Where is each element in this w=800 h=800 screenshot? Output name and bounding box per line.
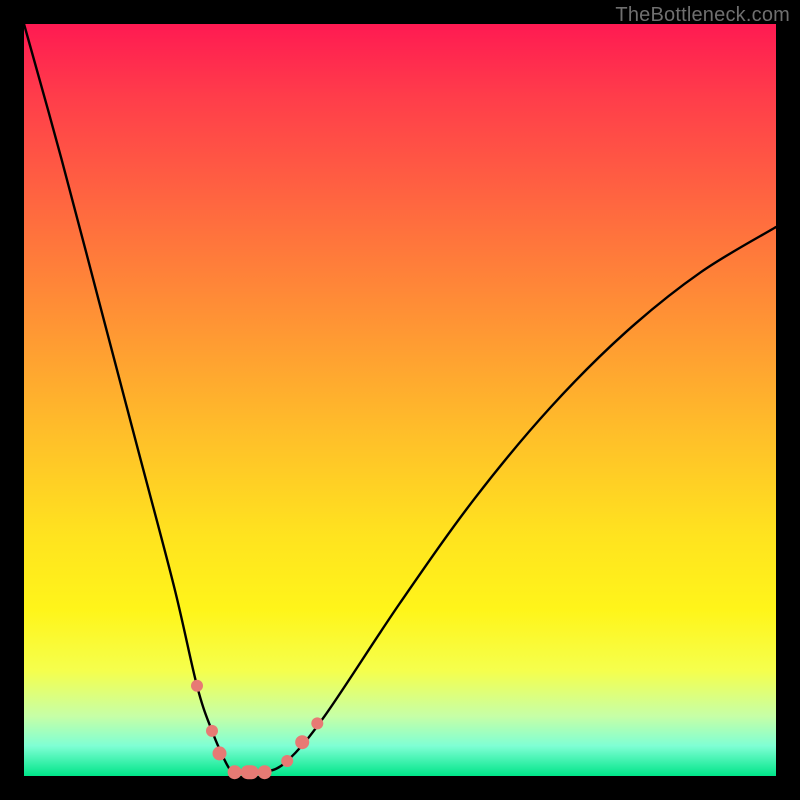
curve-marker — [241, 765, 259, 779]
curve-marker — [295, 735, 309, 749]
bottleneck-curve — [24, 24, 776, 773]
curve-marker — [191, 680, 203, 692]
curve-marker — [258, 765, 272, 779]
curve-marker — [206, 725, 218, 737]
curve-markers — [191, 680, 323, 779]
curve-marker — [213, 746, 227, 760]
curve-marker — [311, 717, 323, 729]
curve-marker — [281, 755, 293, 767]
curve-marker — [228, 765, 242, 779]
curve-group — [24, 24, 776, 773]
chart-svg — [0, 0, 800, 800]
